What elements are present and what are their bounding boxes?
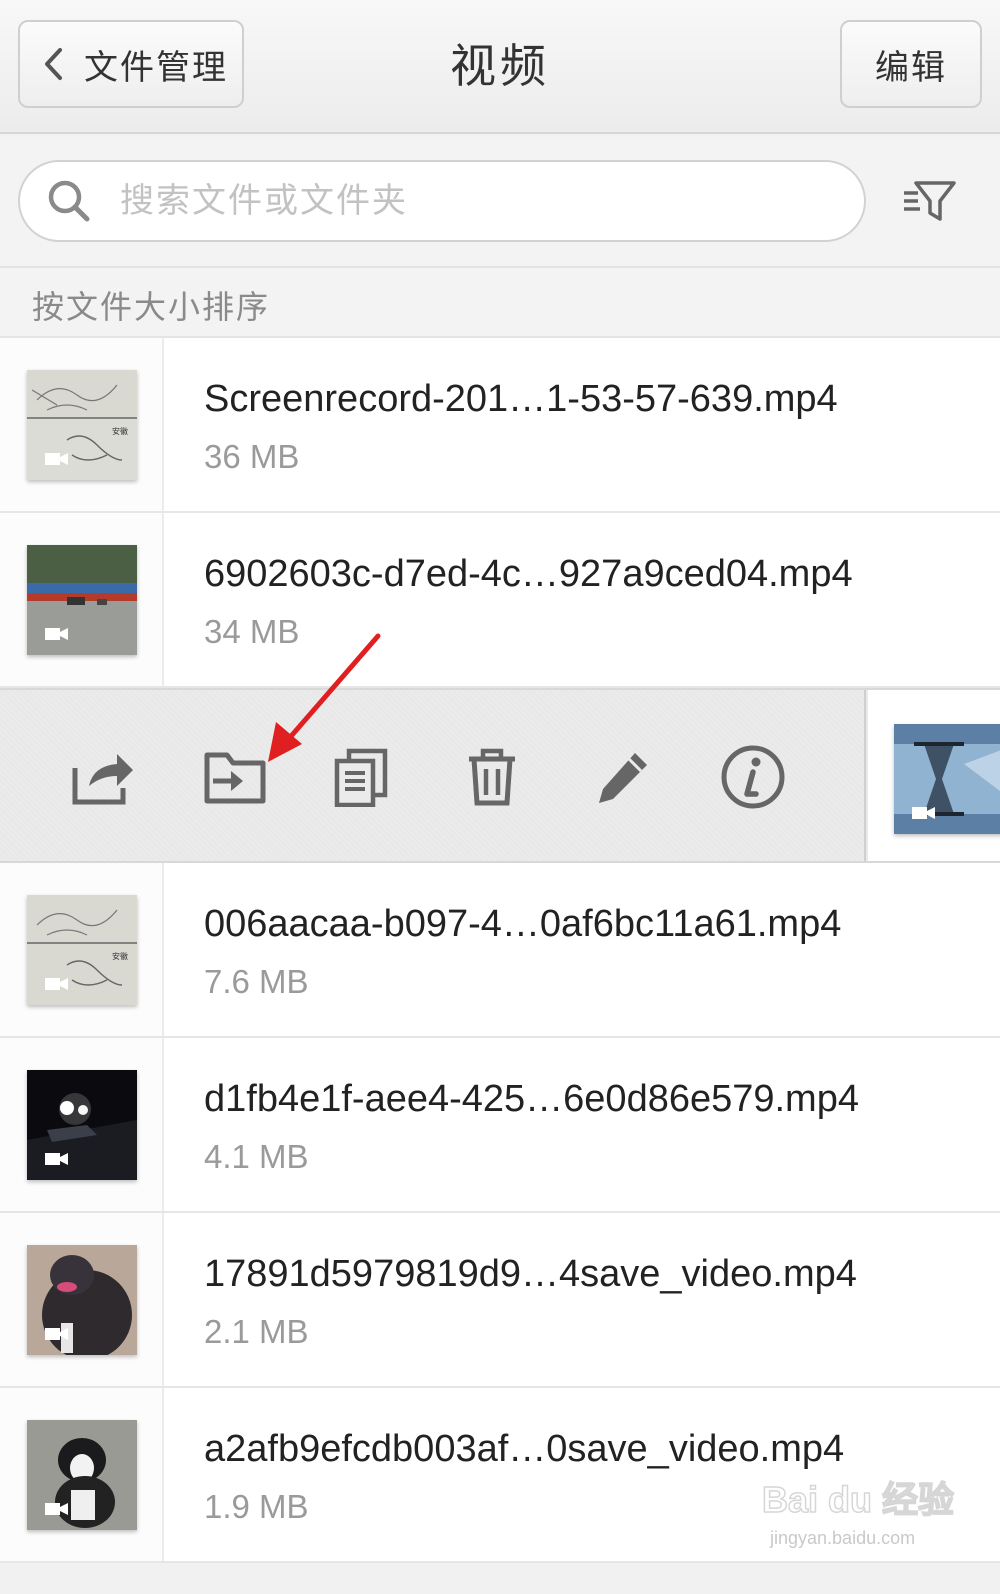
sort-filter-button[interactable]	[900, 176, 960, 230]
file-name: a2afb9efcdb003af…0save_video.mp4	[204, 1428, 845, 1470]
video-thumbnail	[27, 1420, 137, 1530]
list-item[interactable]: 安徽 Screenrecord-201…1-53-57-639.mp4 36 M…	[0, 338, 1000, 513]
svg-text:安徽: 安徽	[112, 951, 128, 961]
thumb-cell	[0, 513, 164, 686]
video-camera-icon	[45, 1328, 68, 1340]
sort-header: 按文件大小排序	[0, 268, 1000, 338]
copy-icon	[333, 747, 389, 811]
svg-text:安徽: 安徽	[112, 426, 128, 436]
list-item[interactable]: d1fb4e1f-aee4-425…6e0d86e579.mp4 4.1 MB	[0, 1038, 1000, 1213]
search-icon	[46, 178, 92, 224]
move-button[interactable]	[200, 744, 270, 814]
row-action-tray	[0, 690, 866, 861]
video-thumbnail	[894, 724, 1000, 834]
sort-label: 按文件大小排序	[32, 288, 271, 326]
rename-button[interactable]	[588, 744, 658, 814]
thumb-cell: 安徽	[0, 863, 164, 1036]
share-button[interactable]	[68, 744, 138, 814]
list-item[interactable]: 安徽 006aacaa-b097-4…0af6bc11a61.mp4 7.6 M…	[0, 863, 1000, 1038]
file-size: 1.9 MB	[204, 1488, 309, 1525]
file-size: 7.6 MB	[204, 963, 309, 1000]
video-thumbnail	[27, 1245, 137, 1355]
delete-icon	[465, 747, 519, 811]
file-name: 006aacaa-b097-4…0af6bc11a61.mp4	[204, 903, 842, 945]
file-size: 36 MB	[204, 438, 300, 475]
video-camera-icon	[45, 453, 68, 465]
video-thumbnail: 安徽	[27, 370, 137, 480]
video-camera-icon	[45, 978, 68, 990]
back-button-label: 文件管理	[84, 47, 228, 88]
list-item[interactable]: 6902603c-d7ed-4c…927a9ced04.mp4 34 MB	[0, 513, 1000, 688]
swiped-row-content[interactable]	[868, 690, 1000, 861]
rename-icon	[595, 749, 651, 809]
video-camera-icon	[912, 807, 935, 819]
video-camera-icon	[45, 1153, 68, 1165]
thumb-cell	[0, 1388, 164, 1561]
video-thumbnail: 安徽	[27, 895, 137, 1005]
thumb-cell	[0, 1038, 164, 1211]
copy-button[interactable]	[326, 744, 396, 814]
delete-button[interactable]	[457, 744, 527, 814]
move-icon	[203, 749, 267, 809]
list-item[interactable]: a2afb9efcdb003af…0save_video.mp4 1.9 MB	[0, 1388, 1000, 1563]
file-size: 34 MB	[204, 613, 300, 650]
file-name: 6902603c-d7ed-4c…927a9ced04.mp4	[204, 553, 853, 595]
info-icon	[720, 744, 786, 814]
filter-icon	[902, 179, 958, 227]
file-size: 4.1 MB	[204, 1138, 309, 1175]
thumb-cell: 安徽	[0, 338, 164, 511]
file-name: d1fb4e1f-aee4-425…6e0d86e579.mp4	[204, 1078, 859, 1120]
share-icon	[71, 748, 135, 810]
search-input[interactable]	[120, 181, 820, 221]
back-button[interactable]: 文件管理	[18, 20, 244, 108]
nav-header: 文件管理 视频 编辑	[0, 0, 1000, 134]
search-bar-area	[0, 136, 1000, 268]
edit-button[interactable]: 编辑	[840, 20, 982, 108]
file-size: 2.1 MB	[204, 1313, 309, 1350]
video-camera-icon	[45, 1503, 68, 1515]
file-name: Screenrecord-201…1-53-57-639.mp4	[204, 378, 838, 420]
list-item[interactable]: 17891d5979819d9…4save_video.mp4 2.1 MB	[0, 1213, 1000, 1388]
chevron-left-icon	[42, 44, 76, 84]
file-name: 17891d5979819d9…4save_video.mp4	[204, 1253, 857, 1295]
video-thumbnail	[27, 545, 137, 655]
search-box[interactable]	[18, 160, 866, 242]
thumb-cell	[0, 1213, 164, 1386]
video-camera-icon	[45, 628, 68, 640]
swiped-list-item	[0, 688, 1000, 863]
video-thumbnail	[27, 1070, 137, 1180]
info-button[interactable]	[718, 744, 788, 814]
